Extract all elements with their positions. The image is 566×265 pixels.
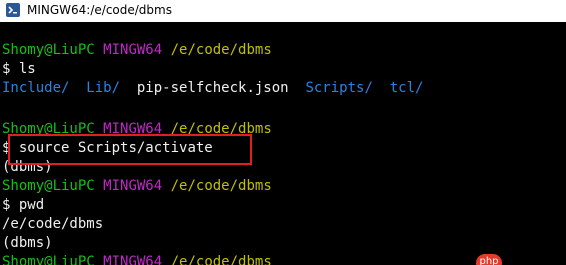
- command-text: ls: [18, 61, 36, 77]
- watermark-badge: php: [476, 254, 502, 265]
- prompt-shell: MINGW64: [103, 254, 163, 265]
- prompt-user-host: Shomy@LiuPC: [2, 254, 95, 265]
- ls-output-line: Include/ Lib/ pip-selfcheck.json Scripts…: [2, 79, 423, 98]
- prompt-path: /e/code/dbms: [170, 42, 272, 58]
- prompt-dollar: $: [2, 61, 11, 77]
- dir-lib: Lib/: [86, 80, 121, 96]
- file-pip-selfcheck: pip-selfcheck.json: [136, 80, 289, 96]
- prompt-path: /e/code/dbms: [170, 254, 272, 265]
- prompt-user-host: Shomy@LiuPC: [2, 178, 95, 194]
- mingw-terminal-icon: [6, 3, 20, 17]
- prompt-line: Shomy@LiuPC MINGW64 /e/code/dbms: [2, 253, 272, 265]
- prompt-path: /e/code/dbms: [170, 178, 272, 194]
- dir-scripts: Scripts/: [305, 80, 373, 96]
- pwd-output: /e/code/dbms: [2, 216, 104, 232]
- dir-include: Include/: [2, 80, 70, 96]
- command-line: $ pwd: [2, 196, 44, 215]
- highlight-annotation-box: [8, 134, 252, 165]
- prompt-user-host: Shomy@LiuPC: [2, 42, 95, 58]
- title-bar[interactable]: MINGW64:/e/code/dbms: [0, 0, 566, 22]
- prompt-shell: MINGW64: [103, 178, 163, 194]
- venv-indicator: (dbms): [2, 235, 53, 251]
- command-text: pwd: [18, 197, 45, 213]
- prompt-line: Shomy@LiuPC MINGW64 /e/code/dbms: [2, 41, 272, 60]
- prompt-shell: MINGW64: [103, 42, 163, 58]
- dir-tcl: tcl/: [389, 80, 424, 96]
- terminal-window: MINGW64:/e/code/dbms Shomy@LiuPC MINGW64…: [0, 0, 566, 265]
- prompt-line: Shomy@LiuPC MINGW64 /e/code/dbms: [2, 177, 272, 196]
- command-line: $ ls: [2, 60, 36, 79]
- window-title: MINGW64:/e/code/dbms: [27, 3, 172, 17]
- prompt-dollar: $: [2, 197, 11, 213]
